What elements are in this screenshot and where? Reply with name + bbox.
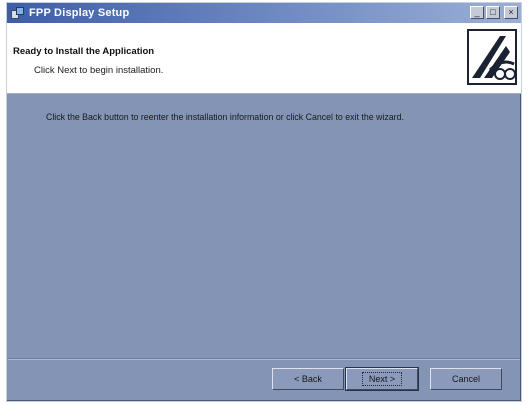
window-title: FPP Display Setup [29, 7, 130, 19]
window-controls: _ □ × [470, 6, 518, 19]
installer-logo-icon [466, 28, 518, 86]
instruction-text: Click the Back button to reenter the ins… [46, 112, 404, 122]
setup-wizard-window: FPP Display Setup _ □ × Ready to Install… [6, 2, 522, 402]
maximize-icon[interactable]: □ [486, 6, 500, 19]
next-button[interactable]: Next > [345, 367, 419, 391]
close-icon[interactable]: × [504, 6, 518, 19]
back-button[interactable]: < Back [272, 368, 344, 390]
button-area-divider [8, 358, 520, 360]
wizard-header: Ready to Install the Application Click N… [7, 23, 521, 94]
cancel-button-label: Cancel [451, 374, 480, 384]
header-subtitle: Click Next to begin installation. [34, 65, 164, 76]
minimize-icon[interactable]: _ [470, 6, 484, 19]
cancel-button[interactable]: Cancel [430, 368, 502, 390]
next-button-label: Next > [361, 372, 403, 386]
header-title: Ready to Install the Application [13, 46, 155, 57]
setup-app-icon [11, 6, 25, 20]
back-button-label: < Back [294, 374, 322, 384]
title-bar[interactable]: FPP Display Setup _ □ × [7, 3, 521, 23]
